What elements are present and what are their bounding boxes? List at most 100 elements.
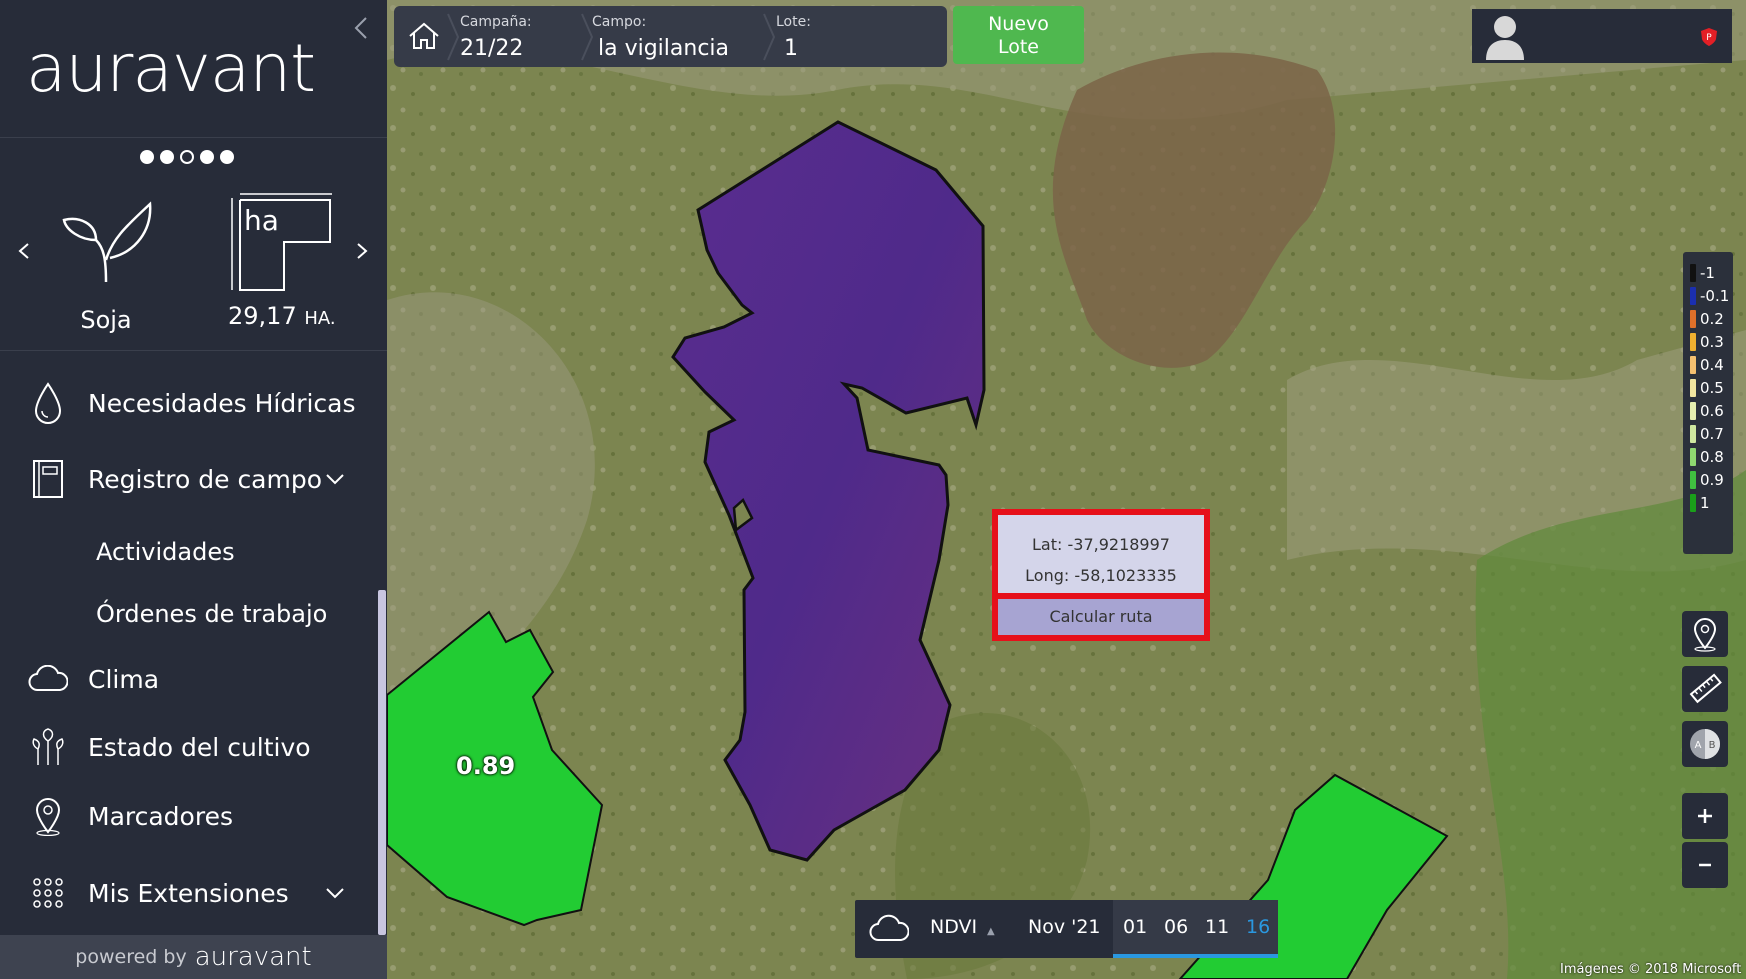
day-option-active[interactable]: 16 bbox=[1246, 916, 1270, 938]
legend-row: 0.4 bbox=[1683, 354, 1733, 377]
campaign-caption: Campaña: bbox=[460, 14, 532, 30]
carousel-dot[interactable] bbox=[140, 150, 154, 164]
index-selector[interactable]: NDVI bbox=[930, 916, 977, 938]
menu-item-markers[interactable]: Marcadores bbox=[0, 791, 380, 841]
plus-icon bbox=[1698, 809, 1712, 823]
svg-text:P: P bbox=[1706, 33, 1712, 43]
coordinates-box: Lat: -37,9218997 Long: -58,1023335 bbox=[998, 515, 1204, 593]
legend-swatch bbox=[1690, 471, 1696, 489]
legend-swatch bbox=[1690, 425, 1696, 443]
legend-row: 0.9 bbox=[1683, 469, 1733, 492]
area-unit: HA. bbox=[304, 308, 336, 329]
field-value: la vigilancia bbox=[598, 36, 730, 61]
area-icon: ha bbox=[228, 190, 332, 294]
ndvi-legend: -1 -0.1 0.2 0.3 0.4 0.5 0.6 0.7 0.8 0.9 1 bbox=[1683, 252, 1733, 554]
new-lot-label-line2: Lote bbox=[997, 36, 1039, 58]
powered-by-text: powered by bbox=[75, 946, 187, 968]
auravant-logo: auravant bbox=[26, 30, 316, 107]
user-avatar-icon[interactable] bbox=[1482, 12, 1528, 60]
legend-swatch bbox=[1690, 310, 1696, 328]
legend-label: 1 bbox=[1700, 494, 1710, 512]
satellite-map[interactable] bbox=[387, 0, 1746, 979]
carousel-dots[interactable] bbox=[140, 150, 234, 164]
svg-text:A: A bbox=[1695, 740, 1702, 751]
lot-value: 1 bbox=[784, 36, 798, 61]
user-menu[interactable]: P bbox=[1472, 9, 1732, 63]
new-lot-button[interactable]: Nuevo Lote bbox=[953, 6, 1084, 64]
longitude-text: Long: -58,1023335 bbox=[1025, 566, 1177, 585]
sidebar-scrollbar[interactable] bbox=[378, 590, 386, 935]
carousel-dot[interactable] bbox=[220, 150, 234, 164]
calculate-route-button[interactable]: Calcular ruta bbox=[998, 599, 1204, 635]
legend-swatch bbox=[1690, 287, 1696, 305]
powered-by-brand: auravant bbox=[194, 942, 312, 972]
legend-swatch bbox=[1690, 379, 1696, 397]
day-option[interactable]: 06 bbox=[1164, 916, 1188, 938]
coordinates-popup: Lat: -37,9218997 Long: -58,1023335 Calcu… bbox=[992, 509, 1210, 641]
menu-label: Estado del cultivo bbox=[88, 732, 311, 762]
field-ndvi-value: 0.89 bbox=[456, 752, 516, 780]
collapse-sidebar-icon[interactable] bbox=[350, 14, 372, 42]
chevron-right-icon[interactable] bbox=[352, 236, 372, 266]
day-option[interactable]: 11 bbox=[1205, 916, 1229, 938]
chevron-down-icon[interactable] bbox=[322, 466, 348, 492]
map-pin-icon bbox=[28, 794, 68, 838]
legend-swatch bbox=[1690, 333, 1696, 351]
powered-by-footer: powered by auravant bbox=[0, 935, 387, 979]
day-option[interactable]: 01 bbox=[1123, 916, 1147, 938]
area-value: 29,17 HA. bbox=[228, 302, 336, 330]
notebook-icon bbox=[28, 457, 68, 501]
carousel-dot[interactable] bbox=[160, 150, 174, 164]
water-drop-icon bbox=[28, 381, 68, 425]
caret-up-icon[interactable]: ▲ bbox=[987, 926, 995, 937]
lot-caption: Lote: bbox=[776, 14, 811, 30]
legend-row: 0.3 bbox=[1683, 331, 1733, 354]
legend-label: 0.8 bbox=[1700, 448, 1724, 466]
legend-label: 0.4 bbox=[1700, 356, 1724, 374]
map-imagery[interactable] bbox=[387, 0, 1746, 979]
month-selector[interactable]: Nov '21 bbox=[1028, 916, 1101, 938]
legend-row: 0.6 bbox=[1683, 400, 1733, 423]
imagery-attribution: Imágenes © 2018 Microsoft bbox=[1560, 962, 1742, 977]
menu-item-weather[interactable]: Clima bbox=[0, 654, 380, 704]
compare-ab-button[interactable]: AB bbox=[1682, 721, 1728, 767]
home-icon[interactable] bbox=[404, 16, 444, 56]
ruler-tool-button[interactable] bbox=[1682, 666, 1728, 712]
field-caption: Campo: bbox=[592, 14, 647, 30]
legend-label: 0.5 bbox=[1700, 379, 1724, 397]
legend-row: -1 bbox=[1683, 262, 1733, 285]
shield-badge-icon: P bbox=[1701, 28, 1717, 46]
divider bbox=[0, 137, 387, 138]
divider bbox=[0, 350, 387, 351]
context-bar: Campaña: 21/22 Campo: la vigilancia Lote… bbox=[394, 6, 947, 67]
carousel-dot-active[interactable] bbox=[180, 150, 194, 164]
menu-item-field-log[interactable]: Registro de campo bbox=[0, 454, 380, 504]
carousel-dot[interactable] bbox=[200, 150, 214, 164]
chevron-left-icon[interactable] bbox=[14, 236, 34, 266]
chevron-down-icon[interactable] bbox=[322, 880, 348, 906]
legend-row: 0.7 bbox=[1683, 423, 1733, 446]
map-pin-icon bbox=[1693, 618, 1717, 652]
marker-tool-button[interactable] bbox=[1682, 611, 1728, 657]
submenu-item-activities[interactable]: Actividades bbox=[96, 538, 235, 566]
minus-icon bbox=[1699, 863, 1711, 867]
cloud-icon[interactable] bbox=[869, 914, 909, 944]
ruler-icon bbox=[1689, 673, 1722, 704]
legend-label: 0.9 bbox=[1700, 471, 1724, 489]
legend-label: 0.3 bbox=[1700, 333, 1724, 351]
legend-label: 0.7 bbox=[1700, 425, 1724, 443]
legend-swatch bbox=[1690, 448, 1696, 466]
sidebar: auravant Soja ha 29,17 HA. Necesidades H… bbox=[0, 0, 387, 979]
menu-item-water-needs[interactable]: Necesidades Hídricas bbox=[0, 378, 380, 428]
legend-row: 1 bbox=[1683, 492, 1733, 515]
menu-item-extensions[interactable]: Mis Extensiones bbox=[0, 868, 380, 918]
menu-item-crop-status[interactable]: Estado del cultivo bbox=[0, 722, 380, 772]
zoom-out-button[interactable] bbox=[1682, 842, 1728, 888]
legend-label: -1 bbox=[1700, 264, 1715, 282]
sprouts-icon bbox=[28, 725, 68, 769]
cloud-icon bbox=[28, 657, 68, 701]
legend-label: 0.2 bbox=[1700, 310, 1724, 328]
day-selector: 01 06 11 16 bbox=[1113, 900, 1278, 958]
zoom-in-button[interactable] bbox=[1682, 793, 1728, 839]
submenu-item-work-orders[interactable]: Órdenes de trabajo bbox=[96, 600, 327, 628]
